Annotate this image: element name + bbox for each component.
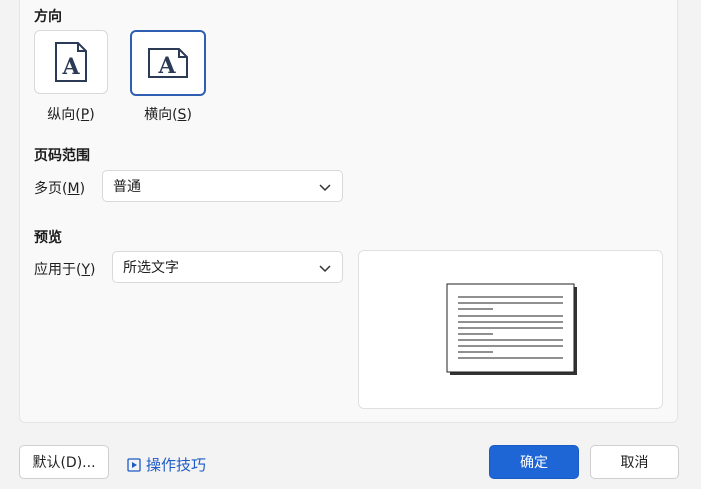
preview-title: 预览 (34, 230, 62, 246)
chevron-down-icon (319, 184, 331, 192)
portrait-option[interactable]: A (34, 30, 108, 94)
portrait-page-icon: A (55, 42, 87, 82)
tips-link-label: 操作技巧 (146, 456, 207, 474)
apply-to-select-value: 所选文字 (123, 260, 179, 276)
default-button[interactable]: 默认(D)... (19, 445, 109, 479)
apply-to-select[interactable]: 所选文字 (112, 251, 343, 283)
chevron-down-icon (319, 265, 331, 273)
landscape-page-icon: A (148, 48, 188, 79)
portrait-label[interactable]: 纵向(P) (34, 104, 108, 124)
orientation-title: 方向 (34, 9, 62, 25)
landscape-page-preview (446, 283, 577, 375)
svg-text:A: A (61, 54, 80, 80)
play-icon (127, 457, 141, 472)
svg-text:A: A (157, 53, 176, 79)
multi-page-select-value: 普通 (113, 179, 141, 195)
apply-to-label: 应用于(Y) (34, 262, 96, 278)
multi-page-select[interactable]: 普通 (102, 170, 343, 202)
preview-area (358, 250, 663, 409)
page-range-title: 页码范围 (34, 148, 90, 164)
landscape-option[interactable]: A (130, 30, 206, 96)
ok-button[interactable]: 确定 (489, 445, 579, 479)
cancel-button[interactable]: 取消 (590, 445, 679, 479)
multi-page-label: 多页(M) (34, 181, 86, 197)
landscape-label[interactable]: 横向(S) (131, 104, 205, 124)
tips-link[interactable]: 操作技巧 (127, 454, 206, 475)
